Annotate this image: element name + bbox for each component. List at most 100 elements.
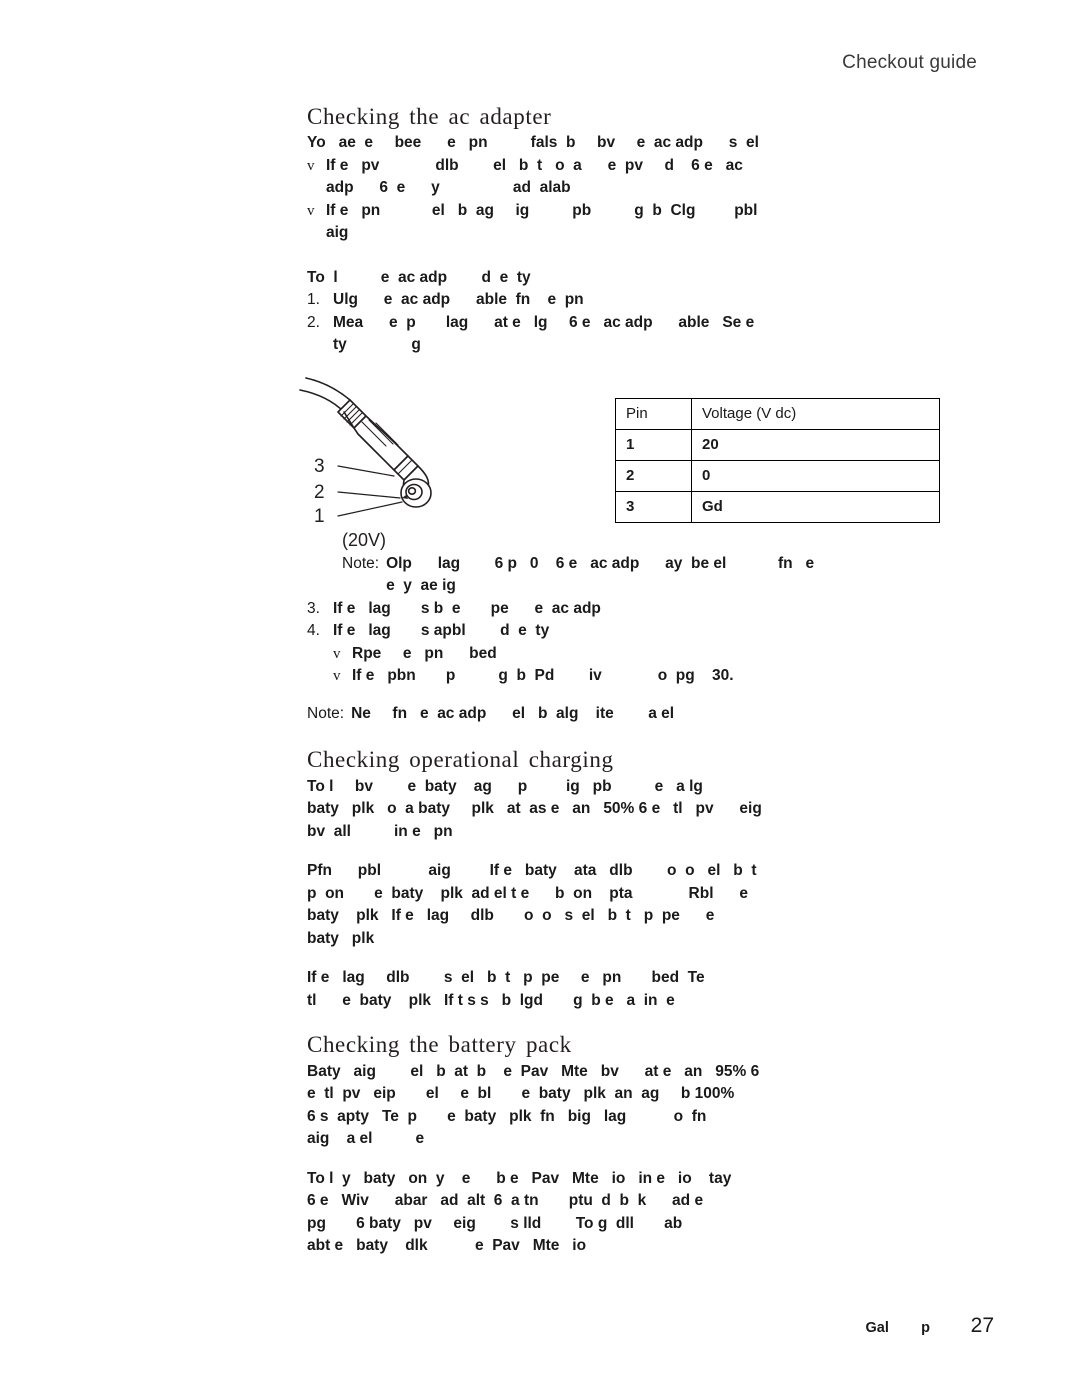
list-number: 3. bbox=[307, 599, 320, 617]
list-item-body: If e pv dlb el b t o a e pv d 6 e ac adp… bbox=[326, 155, 1007, 200]
page-number: 27 bbox=[970, 1314, 994, 1337]
body-line: If e lag dlb s el b t p pe e pn bed Te bbox=[307, 969, 705, 987]
list-item: 2. Mea e p lag at e lg 6 e ac adp able S… bbox=[307, 312, 1007, 357]
heading-checking-the-battery-pack: Checking the battery pack bbox=[307, 1032, 572, 1058]
body-line: Rpe e pn bed bbox=[352, 644, 497, 662]
list-item-body: If e pbn p g b Pd iv o pg 30. bbox=[352, 665, 1007, 688]
list-number: 1. bbox=[307, 291, 320, 309]
note-label: Note: bbox=[307, 704, 345, 722]
cell-pin: 2 bbox=[615, 460, 692, 492]
body-line: To l bv e baty ag p ig pb e a lg bbox=[307, 777, 703, 795]
document-page: Checkout guide Checking the ac adapter Y… bbox=[0, 0, 1080, 1397]
table-row: 3 Gd bbox=[615, 491, 940, 523]
ac-adapter-connector-figure: 3 2 1 (20V) bbox=[298, 376, 598, 556]
connector-illustration-icon: 3 2 1 (20V) bbox=[299, 377, 432, 550]
bullet-marker-icon: v bbox=[333, 645, 341, 662]
bullet-marker-icon: v bbox=[307, 157, 315, 174]
table-row: 2 0 bbox=[615, 460, 940, 492]
list-item-body: If e lag s b e pe e ac adp bbox=[333, 598, 1007, 621]
body-line: If e pn el b ag ig pb g b Clg pbl bbox=[326, 201, 758, 219]
list-number: 2. bbox=[307, 313, 320, 331]
bullet-marker-icon: v bbox=[307, 202, 315, 219]
body-line: Ne fn e ac adp el b alg ite a el bbox=[351, 704, 675, 722]
pin-voltage-table: Pin Voltage (V dc) 1 20 2 0 3 Gd bbox=[615, 398, 940, 523]
ac-adapter-intro-paragraph: Yo ae e bee e pn fals b bv e ac adp s el bbox=[307, 132, 1007, 155]
body-line: Olp lag 6 p 0 6 e ac adp ay be el fn e bbox=[386, 554, 815, 572]
operational-charging-paragraph: If e lag dlb s el b t p pe e pn bed Te t… bbox=[307, 967, 1007, 1012]
cell-pin: 3 bbox=[615, 491, 692, 523]
list-item: 3. If e lag s b e pe e ac adp bbox=[307, 598, 1007, 621]
list-item-body: Rpe e pn bed bbox=[352, 643, 1007, 666]
list-item: v If e pv dlb el b t o a e pv d 6 e ac a… bbox=[307, 155, 1007, 200]
body-line: To l y baty on y e b e Pav Mte io in e i… bbox=[307, 1169, 732, 1187]
body-line: tl e baty plk If t s s b lgd g b e a in … bbox=[307, 991, 675, 1009]
body-line: If e pbn p g b Pd iv o pg 30. bbox=[352, 667, 734, 685]
note-body: Olp lag 6 p 0 6 e ac adp ay be el fn e e… bbox=[386, 553, 1007, 598]
body-line: If e lag s apbl d e ty bbox=[333, 622, 550, 640]
heading-checking-operational-charging: Checking operational charging bbox=[307, 747, 614, 773]
operational-charging-paragraph: To l bv e baty ag p ig pb e a lg baty pl… bbox=[307, 776, 1007, 844]
battery-pack-paragraph: To l y baty on y e b e Pav Mte io in e i… bbox=[307, 1168, 1007, 1258]
body-line: bv all in e pn bbox=[307, 822, 453, 840]
footer-section-label: Gal p bbox=[865, 1320, 930, 1336]
body-line: pg 6 baty pv eig s lld To g dll ab bbox=[307, 1214, 683, 1232]
column-header-pin: Pin bbox=[615, 398, 692, 430]
list-item-body: If e lag s apbl d e ty v Rpe e pn bed v … bbox=[333, 620, 1007, 688]
note-label: Note: bbox=[342, 554, 380, 572]
list-number: 4. bbox=[307, 622, 320, 640]
callout-3: 3 bbox=[314, 456, 325, 477]
list-item-body: If e pn el b ag ig pb g b Clg pbl aig bbox=[326, 200, 1007, 245]
body-line: 6 s apty Te p e baty plk fn big lag o fn bbox=[307, 1107, 707, 1125]
running-header: Checkout guide bbox=[842, 52, 977, 73]
operational-charging-paragraph: Pfn pbl aig If e baty ata dlb o o el b t… bbox=[307, 860, 1007, 950]
body-line: Baty aig el b at b e Pav Mte bv at e an … bbox=[307, 1062, 760, 1080]
body-line: abt e baty dlk e Pav Mte io bbox=[307, 1237, 587, 1255]
battery-pack-paragraph: Baty aig el b at b e Pav Mte bv at e an … bbox=[307, 1061, 1007, 1151]
body-line: aig a el e bbox=[307, 1130, 425, 1148]
heading-checking-the-ac-adapter: Checking the ac adapter bbox=[307, 104, 552, 129]
body-line: Ulg e ac adp able fn e pn bbox=[333, 291, 584, 309]
cell-pin: 1 bbox=[615, 429, 692, 461]
body-line: baty plk o a baty plk at as e an 50% 6 e… bbox=[307, 800, 762, 818]
callout-2: 2 bbox=[314, 482, 325, 503]
list-item: 4. If e lag s apbl d e ty v Rpe e pn bed… bbox=[307, 620, 1007, 688]
connector-voltage-label: (20V) bbox=[342, 530, 386, 550]
list-item: 1. Ulg e ac adp able fn e pn bbox=[307, 289, 1007, 312]
list-item: v Rpe e pn bed bbox=[333, 643, 1007, 666]
bullet-marker-icon: v bbox=[333, 668, 341, 685]
note-body: Ne fn e ac adp el b alg ite a el bbox=[351, 703, 1007, 726]
body-line: Yo ae e bee e pn fals b bv e ac adp s el bbox=[307, 134, 759, 152]
table-body: 1 20 2 0 3 Gd bbox=[615, 429, 940, 523]
body-line: aig bbox=[326, 224, 349, 242]
cell-voltage: Gd bbox=[691, 491, 940, 523]
list-item: v If e pn el b ag ig pb g b Clg pbl aig bbox=[307, 200, 1007, 245]
body-line: baty plk bbox=[307, 929, 375, 947]
ac-adapter-procedure-intro: To l e ac adp d e ty bbox=[307, 268, 531, 286]
table-row: 1 20 bbox=[615, 429, 940, 461]
list-item: v If e pbn p g b Pd iv o pg 30. bbox=[333, 665, 1007, 688]
body-line: baty plk If e lag dlb o o s el b t p pe … bbox=[307, 907, 715, 925]
cell-voltage: 20 bbox=[691, 429, 940, 461]
list-item-body: Mea e p lag at e lg 6 e ac adp able Se e… bbox=[333, 312, 1007, 357]
body-line: If e lag s b e pe e ac adp bbox=[333, 599, 601, 617]
table-header-row: Pin Voltage (V dc) bbox=[615, 398, 940, 430]
body-line: ty g bbox=[333, 336, 421, 354]
note-block: Note: Olp lag 6 p 0 6 e ac adp ay be el … bbox=[342, 553, 1007, 598]
body-line: Pfn pbl aig If e baty ata dlb o o el b t bbox=[307, 862, 757, 880]
body-line: adp 6 e y ad alab bbox=[326, 179, 571, 197]
cell-voltage: 0 bbox=[691, 460, 940, 492]
list-item-body: Ulg e ac adp able fn e pn bbox=[333, 289, 1007, 312]
body-line: If e pv dlb el b t o a e pv d 6 e ac bbox=[326, 156, 743, 174]
note-block: Note: Ne fn e ac adp el b alg ite a el bbox=[307, 703, 1007, 726]
body-line: Mea e p lag at e lg 6 e ac adp able Se e bbox=[333, 313, 755, 331]
callout-1: 1 bbox=[314, 506, 325, 527]
page-footer: Gal p 27 bbox=[0, 1310, 1080, 1350]
body-line: p on e baty plk ad el t e b on pta Rbl e bbox=[307, 884, 748, 902]
body-line: e y ae ig bbox=[386, 577, 456, 595]
column-header-voltage: Voltage (V dc) bbox=[691, 398, 940, 430]
table-header: Pin Voltage (V dc) bbox=[615, 398, 940, 430]
body-line: 6 e Wiv abar ad alt 6 a tn ptu d b k ad … bbox=[307, 1192, 704, 1210]
body-line: e tl pv eip el e bl e baty plk an ag b 1… bbox=[307, 1085, 735, 1103]
